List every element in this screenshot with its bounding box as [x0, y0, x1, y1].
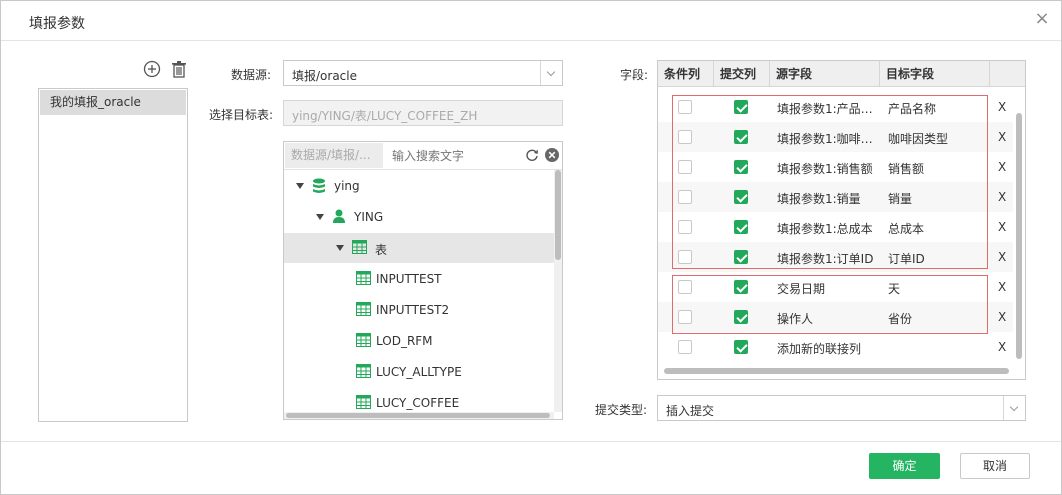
fill-param-list: 我的填报_oracle — [38, 88, 188, 422]
submit-type-value: 插入提交 — [666, 404, 715, 418]
target-table-label: 选择目标表: — [209, 108, 274, 122]
caret-down-icon[interactable] — [336, 245, 344, 251]
close-icon[interactable]: × — [1031, 8, 1053, 30]
condition-checkbox[interactable] — [678, 340, 692, 354]
remove-row-icon[interactable]: X — [998, 310, 1006, 324]
scroll-thumb[interactable] — [555, 170, 561, 260]
remove-row-icon[interactable]: X — [998, 130, 1006, 144]
grid-vertical-scroll-thumb[interactable] — [1016, 113, 1022, 359]
tree-node-label: 表 — [375, 243, 388, 257]
datasource-label: 数据源: — [231, 68, 272, 82]
remove-row-icon[interactable]: X — [998, 100, 1006, 114]
table-icon — [356, 364, 371, 381]
target-table-field: ying/YING/表/LUCY_COFFEE_ZH — [283, 100, 563, 126]
highlight-box — [672, 95, 988, 269]
column-header-submit: 提交列 — [714, 61, 770, 87]
tree-node-database[interactable]: ying — [284, 171, 554, 201]
tree-node-table[interactable]: INPUTTEST — [284, 264, 554, 294]
confirm-button[interactable]: 确定 — [869, 453, 940, 479]
column-header-condition: 条件列 — [658, 61, 714, 87]
database-icon — [312, 178, 326, 197]
source-field-cell: 添加新的联接列 — [777, 342, 862, 356]
list-item[interactable]: 我的填报_oracle — [40, 90, 186, 115]
target-table-value: ying/YING/表/LUCY_COFFEE_ZH — [292, 109, 478, 123]
chevron-down-icon[interactable] — [540, 61, 562, 85]
column-header-source: 源字段 — [770, 61, 880, 87]
tree-search-bar: 数据源/填报/... — [284, 142, 562, 170]
grid-header: 条件列 提交列 源字段 目标字段 — [658, 61, 1025, 87]
user-icon — [332, 209, 346, 227]
tree-node-table[interactable]: LUCY_ALLTYPE — [284, 357, 554, 387]
tree-node-label: LOD_RFM — [376, 334, 433, 348]
remove-row-icon[interactable]: X — [998, 340, 1006, 354]
table-tree: 数据源/填报/... ying — [283, 141, 563, 420]
submit-type-select[interactable]: 插入提交 — [657, 395, 1026, 421]
remove-row-icon[interactable]: X — [998, 190, 1006, 204]
remove-row-icon[interactable]: X — [998, 160, 1006, 174]
grid-horizontal-scroll-thumb[interactable] — [664, 368, 1009, 374]
refresh-icon[interactable] — [525, 148, 539, 165]
table-icon — [356, 395, 371, 412]
search-input[interactable] — [392, 149, 522, 163]
datasource-select[interactable]: 填报/oracle — [283, 60, 563, 86]
dialog: 填报参数 × 我的填报_oracle 数据源: 填报/oracle 选择目标表:… — [0, 0, 1062, 495]
tree-node-label: LUCY_ALLTYPE — [376, 365, 462, 379]
trash-icon[interactable] — [171, 60, 187, 81]
tree-node-table[interactable]: INPUTTEST2 — [284, 295, 554, 325]
table-icon — [356, 271, 371, 288]
remove-row-icon[interactable]: X — [998, 220, 1006, 234]
column-header-target: 目标字段 — [880, 61, 990, 87]
highlight-box — [672, 275, 988, 334]
submit-type-label: 提交类型: — [595, 403, 648, 417]
tree-node-table[interactable]: LOD_RFM — [284, 326, 554, 356]
title-bar: 填报参数 × — [1, 1, 1061, 41]
tree-node-label: ying — [334, 179, 360, 193]
dialog-title: 填报参数 — [29, 16, 85, 32]
chevron-down-icon[interactable] — [1003, 396, 1025, 420]
dialog-body: 我的填报_oracle 数据源: 填报/oracle 选择目标表: ying/Y… — [1, 42, 1061, 441]
datasource-value: 填报/oracle — [292, 69, 357, 83]
fields-label: 字段: — [620, 68, 649, 82]
table-row: 添加新的联接列 X — [658, 332, 1013, 362]
clear-icon[interactable] — [545, 148, 559, 165]
tree-vertical-scrollbar[interactable] — [554, 170, 562, 412]
source-path-chip: 数据源/填报/... — [285, 143, 383, 168]
tree-node-label: INPUTTEST2 — [376, 303, 450, 317]
add-icon[interactable] — [143, 60, 161, 81]
scroll-thumb[interactable] — [286, 413, 550, 418]
tree-node-label: YING — [354, 210, 384, 224]
table-icon — [352, 240, 367, 257]
fields-grid: 条件列 提交列 源字段 目标字段 填报参数1:产品… 产品名称 X 填报参数1:咖啡…… — [657, 60, 1026, 380]
tree-horizontal-scrollbar[interactable] — [284, 412, 554, 419]
table-icon — [356, 333, 371, 350]
remove-row-icon[interactable]: X — [998, 250, 1006, 264]
caret-down-icon[interactable] — [316, 214, 324, 220]
tree-node-schema[interactable]: YING — [284, 202, 554, 232]
submit-checkbox[interactable] — [734, 340, 748, 354]
table-icon — [356, 302, 371, 319]
tree-node-tables[interactable]: 表 — [284, 233, 554, 263]
tree-node-label: INPUTTEST — [376, 272, 442, 286]
remove-row-icon[interactable]: X — [998, 280, 1006, 294]
cancel-button[interactable]: 取消 — [960, 453, 1030, 479]
caret-down-icon[interactable] — [296, 183, 304, 189]
tree-node-label: LUCY_COFFEE — [376, 396, 460, 410]
